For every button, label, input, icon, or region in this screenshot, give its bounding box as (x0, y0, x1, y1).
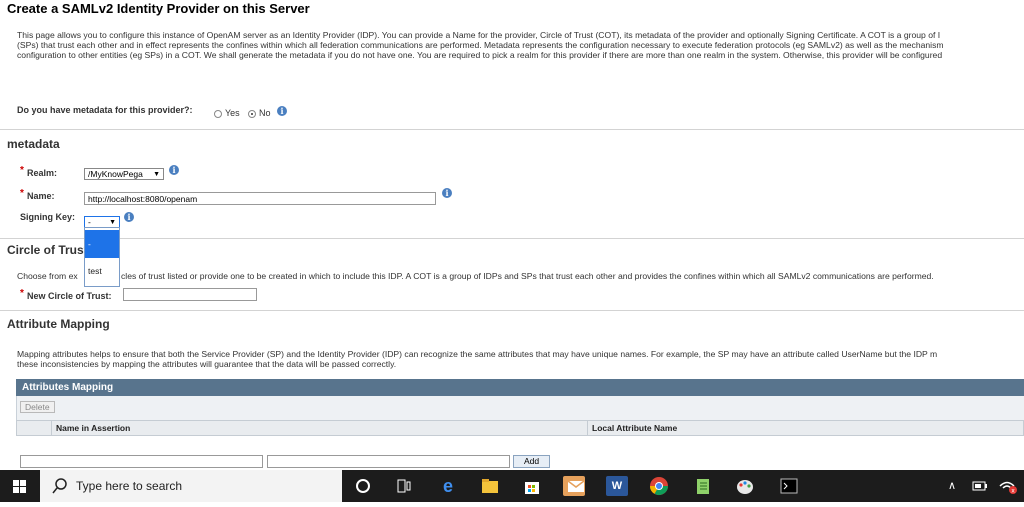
store-icon[interactable] (521, 476, 543, 496)
col-name-in-assertion[interactable]: Name in Assertion (51, 420, 588, 436)
page-content: Create a SAMLv2 Identity Provider on thi… (0, 0, 1024, 470)
windows-logo-icon (13, 480, 26, 493)
network-error-icon[interactable]: x (998, 478, 1018, 494)
signing-key-option[interactable]: - (85, 230, 119, 258)
page-description-line-3: configuration to other entities (eg SPs)… (17, 50, 943, 60)
paint-icon[interactable] (734, 476, 756, 496)
taskbar-search-placeholder: Type here to search (76, 479, 183, 493)
realm-label: Realm: (27, 168, 58, 178)
terminal-icon[interactable] (778, 476, 800, 496)
signing-key-info-icon[interactable]: i (124, 212, 134, 222)
realm-select-value: /MyKnowPega (88, 169, 143, 179)
taskbar: Type here to search e W ∧ x (0, 470, 1024, 502)
select-all-column[interactable] (16, 420, 52, 436)
name-in-assertion-input[interactable] (20, 455, 263, 468)
task-view-icon[interactable] (393, 476, 415, 496)
attributes-table-toolbar (16, 396, 1024, 420)
metadata-no-label[interactable]: No (259, 108, 271, 118)
divider (0, 310, 1024, 311)
signing-key-label: Signing Key: (20, 212, 76, 222)
taskbar-search-box[interactable]: Type here to search (40, 470, 342, 502)
page-title: Create a SAMLv2 Identity Provider on thi… (7, 1, 310, 16)
chrome-icon[interactable] (648, 476, 670, 496)
required-marker: * (20, 188, 24, 199)
required-marker: * (20, 165, 24, 176)
battery-icon[interactable] (972, 481, 988, 491)
realm-select[interactable]: /MyKnowPega ▼ (84, 168, 164, 180)
name-input[interactable]: http://localhost:8080/openam (84, 192, 436, 205)
signing-key-dropdown-list[interactable]: - test (84, 227, 120, 287)
svg-text:x: x (1011, 488, 1015, 494)
info-icon[interactable]: i (277, 106, 287, 116)
file-explorer-icon[interactable] (479, 476, 501, 496)
name-label: Name: (27, 191, 55, 201)
name-info-icon[interactable]: i (442, 188, 452, 198)
chevron-up-icon[interactable]: ∧ (948, 479, 956, 492)
realm-info-icon[interactable]: i (169, 165, 179, 175)
new-cot-label: New Circle of Trust: (27, 291, 112, 301)
notepad-icon[interactable] (692, 476, 714, 496)
local-attribute-input[interactable] (267, 455, 510, 468)
add-button[interactable]: Add (513, 455, 551, 468)
new-cot-input[interactable] (123, 288, 257, 301)
divider (0, 129, 1024, 130)
delete-button[interactable]: Delete (20, 401, 55, 413)
page-description-line-1: This page allows you to configure this i… (17, 30, 941, 40)
col-local-attribute[interactable]: Local Attribute Name (587, 420, 1024, 436)
signing-key-select-value: - (88, 217, 91, 227)
page-description-line-2: (SPs) that trust each other and in effec… (17, 40, 944, 50)
cot-description-start: Choose from ex (17, 271, 78, 281)
edge-icon[interactable]: e (437, 476, 459, 496)
attr-section-title: Attribute Mapping (7, 317, 110, 331)
signing-key-option[interactable]: test (85, 264, 119, 278)
metadata-no-radio[interactable] (248, 110, 256, 118)
chevron-down-icon: ▼ (153, 171, 160, 178)
attr-description-line-1: Mapping attributes helps to ensure that … (17, 349, 938, 359)
metadata-yes-label[interactable]: Yes (225, 108, 240, 118)
word-icon[interactable]: W (606, 476, 628, 496)
attr-description-line-2: these inconsistencies by mapping the att… (17, 359, 397, 369)
search-icon (52, 478, 67, 494)
cot-section-title: Circle of Trust (7, 243, 88, 257)
attributes-table-title: Attributes Mapping (16, 379, 1024, 396)
required-marker: * (20, 288, 24, 299)
metadata-question-label: Do you have metadata for this provider?: (17, 105, 193, 115)
cot-description-end: cles of trust listed or provide one to b… (121, 271, 934, 281)
metadata-yes-radio[interactable] (214, 110, 222, 118)
cortana-icon[interactable] (352, 476, 374, 496)
metadata-section-title: metadata (7, 137, 60, 151)
divider (0, 238, 1024, 239)
mail-icon[interactable] (563, 476, 585, 496)
windows-start-button[interactable] (0, 470, 40, 502)
